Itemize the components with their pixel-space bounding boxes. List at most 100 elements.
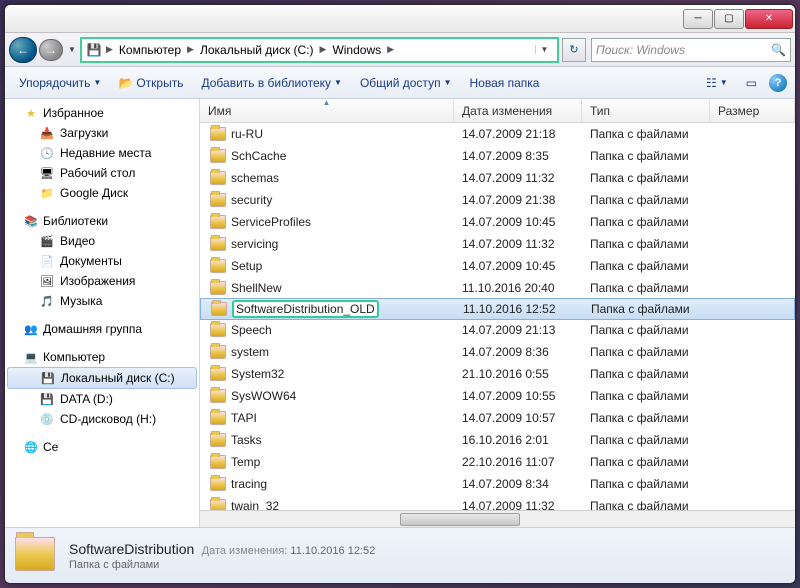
history-dropdown[interactable]: ▼ bbox=[65, 40, 79, 60]
file-name: ShellNew bbox=[231, 281, 282, 295]
file-date: 21.10.2016 0:55 bbox=[454, 367, 582, 381]
sidebar-item-recent[interactable]: 🕓Недавние места bbox=[5, 143, 199, 163]
refresh-button[interactable]: ↻ bbox=[562, 38, 586, 62]
forward-button[interactable]: → bbox=[39, 39, 63, 61]
sidebar-item-desktop[interactable]: 🖥Рабочий стол bbox=[5, 163, 199, 183]
folder-icon bbox=[210, 215, 226, 229]
address-dropdown[interactable]: ▼ bbox=[535, 45, 553, 54]
sidebar-item-downloads[interactable]: 📥Загрузки bbox=[5, 123, 199, 143]
share-button[interactable]: Общий доступ▼ bbox=[354, 73, 458, 93]
sidebar-item-music[interactable]: 🎵Музыка bbox=[5, 291, 199, 311]
chevron-right-icon[interactable]: ▶ bbox=[318, 44, 329, 55]
sidebar-computer-header[interactable]: 💻Компьютер bbox=[5, 347, 199, 367]
folder-icon bbox=[211, 302, 227, 316]
folder-icon bbox=[210, 389, 226, 403]
breadcrumb-item[interactable]: Компьютер bbox=[115, 43, 185, 57]
file-date: 14.07.2009 11:32 bbox=[454, 237, 582, 251]
file-row[interactable]: Speech14.07.2009 21:13Папка с файлами bbox=[200, 319, 795, 341]
file-row[interactable]: ServiceProfiles14.07.2009 10:45Папка с ф… bbox=[200, 211, 795, 233]
sidebar-favorites-header[interactable]: ★Избранное bbox=[5, 103, 199, 123]
chevron-right-icon[interactable]: ▶ bbox=[104, 44, 115, 55]
column-date[interactable]: Дата изменения bbox=[454, 99, 582, 122]
sidebar-item-gdrive[interactable]: 📁Google Диск bbox=[5, 183, 199, 203]
file-row[interactable]: twain_3214.07.2009 11:32Папка с файлами bbox=[200, 495, 795, 510]
sidebar-item-drive-d[interactable]: 💾DATA (D:) bbox=[5, 389, 199, 409]
toolbar: Упорядочить▼ 📂Открыть Добавить в библиот… bbox=[5, 67, 795, 99]
file-row[interactable]: system14.07.2009 8:36Папка с файлами bbox=[200, 341, 795, 363]
view-button[interactable]: ☷▼ bbox=[700, 73, 734, 93]
sidebar-homegroup-header[interactable]: 👥Домашняя группа bbox=[5, 319, 199, 339]
music-icon: 🎵 bbox=[39, 294, 55, 308]
folder-icon bbox=[210, 411, 226, 425]
file-name: SoftwareDistribution_OLD bbox=[232, 300, 379, 318]
column-headers: Имя▲ Дата изменения Тип Размер bbox=[200, 99, 795, 123]
file-date: 11.10.2016 20:40 bbox=[454, 281, 582, 295]
help-button[interactable]: ? bbox=[769, 74, 787, 92]
folder-icon bbox=[210, 127, 226, 141]
folder-icon bbox=[210, 281, 226, 295]
search-input[interactable]: Поиск: Windows 🔍 bbox=[591, 38, 791, 62]
folder-icon bbox=[210, 193, 226, 207]
file-type: Папка с файлами bbox=[582, 323, 710, 337]
sidebar-item-videos[interactable]: 🎬Видео bbox=[5, 231, 199, 251]
file-type: Папка с файлами bbox=[582, 215, 710, 229]
chevron-right-icon[interactable]: ▶ bbox=[185, 44, 196, 55]
sort-asc-icon: ▲ bbox=[323, 99, 331, 107]
file-row[interactable]: schemas14.07.2009 11:32Папка с файлами bbox=[200, 167, 795, 189]
sidebar-libraries-header[interactable]: 📚Библиотеки bbox=[5, 211, 199, 231]
breadcrumb-item[interactable]: Локальный диск (C:) bbox=[196, 43, 318, 57]
scrollbar-thumb[interactable] bbox=[400, 513, 520, 526]
file-name: SysWOW64 bbox=[231, 389, 296, 403]
file-list[interactable]: ru-RU14.07.2009 21:18Папка с файламиSchC… bbox=[200, 123, 795, 510]
folder-icon bbox=[210, 171, 226, 185]
breadcrumb-bar[interactable]: 💾 ▶ Компьютер ▶ Локальный диск (C:) ▶ Wi… bbox=[81, 38, 558, 62]
organize-button[interactable]: Упорядочить▼ bbox=[13, 73, 107, 93]
file-row[interactable]: Setup14.07.2009 10:45Папка с файлами bbox=[200, 255, 795, 277]
file-row[interactable]: security14.07.2009 21:38Папка с файлами bbox=[200, 189, 795, 211]
breadcrumb-item[interactable]: Windows bbox=[328, 43, 385, 57]
file-row[interactable]: System3221.10.2016 0:55Папка с файлами bbox=[200, 363, 795, 385]
open-button[interactable]: 📂Открыть bbox=[113, 73, 189, 93]
file-row[interactable]: Temp22.10.2016 11:07Папка с файлами bbox=[200, 451, 795, 473]
column-size[interactable]: Размер bbox=[710, 99, 795, 122]
preview-button[interactable]: ▭ bbox=[740, 73, 763, 93]
column-name[interactable]: Имя▲ bbox=[200, 99, 454, 122]
maximize-button[interactable]: ▢ bbox=[714, 9, 744, 29]
sidebar-item-cd-drive[interactable]: 💿CD-дисковод (H:) bbox=[5, 409, 199, 429]
file-date: 14.07.2009 8:34 bbox=[454, 477, 582, 491]
column-type[interactable]: Тип bbox=[582, 99, 710, 122]
file-name: security bbox=[231, 193, 272, 207]
file-type: Папка с файлами bbox=[582, 433, 710, 447]
details-subtitle: Папка с файлами bbox=[69, 559, 375, 571]
file-row[interactable]: Tasks16.10.2016 2:01Папка с файлами bbox=[200, 429, 795, 451]
sidebar-item-pictures[interactable]: 🖼Изображения bbox=[5, 271, 199, 291]
file-row[interactable]: SchCache14.07.2009 8:35Папка с файлами bbox=[200, 145, 795, 167]
file-type: Папка с файлами bbox=[582, 455, 710, 469]
file-row[interactable]: ru-RU14.07.2009 21:18Папка с файлами bbox=[200, 123, 795, 145]
file-row[interactable]: SysWOW6414.07.2009 10:55Папка с файлами bbox=[200, 385, 795, 407]
search-placeholder: Поиск: Windows bbox=[596, 43, 685, 57]
file-date: 14.07.2009 8:36 bbox=[454, 345, 582, 359]
file-name: Temp bbox=[231, 455, 260, 469]
file-type: Папка с файлами bbox=[583, 302, 711, 316]
close-button[interactable]: ✕ bbox=[745, 9, 793, 29]
file-row[interactable]: TAPI14.07.2009 10:57Папка с файлами bbox=[200, 407, 795, 429]
horizontal-scrollbar[interactable] bbox=[200, 510, 795, 527]
minimize-button[interactable]: ─ bbox=[683, 9, 713, 29]
cd-icon: 💿 bbox=[39, 412, 55, 426]
sidebar-item-documents[interactable]: 📄Документы bbox=[5, 251, 199, 271]
new-folder-button[interactable]: Новая папка bbox=[463, 73, 545, 93]
details-folder-icon bbox=[15, 537, 57, 575]
sidebar-item-drive-c[interactable]: 💾Локальный диск (C:) bbox=[7, 367, 197, 389]
file-row[interactable]: SoftwareDistribution_OLD11.10.2016 12:52… bbox=[200, 298, 795, 320]
sidebar-network-header[interactable]: 🌐Се bbox=[5, 437, 199, 457]
back-button[interactable]: ← bbox=[9, 37, 37, 63]
chevron-right-icon[interactable]: ▶ bbox=[385, 44, 396, 55]
file-type: Папка с файлами bbox=[582, 281, 710, 295]
file-row[interactable]: tracing14.07.2009 8:34Папка с файлами bbox=[200, 473, 795, 495]
libraries-icon: 📚 bbox=[23, 214, 39, 228]
details-date-value: 11.10.2016 12:52 bbox=[290, 545, 375, 557]
add-library-button[interactable]: Добавить в библиотеку▼ bbox=[195, 73, 347, 93]
file-row[interactable]: servicing14.07.2009 11:32Папка с файлами bbox=[200, 233, 795, 255]
file-row[interactable]: ShellNew 11.10.2016 20:40Папка с файлами bbox=[200, 277, 795, 299]
